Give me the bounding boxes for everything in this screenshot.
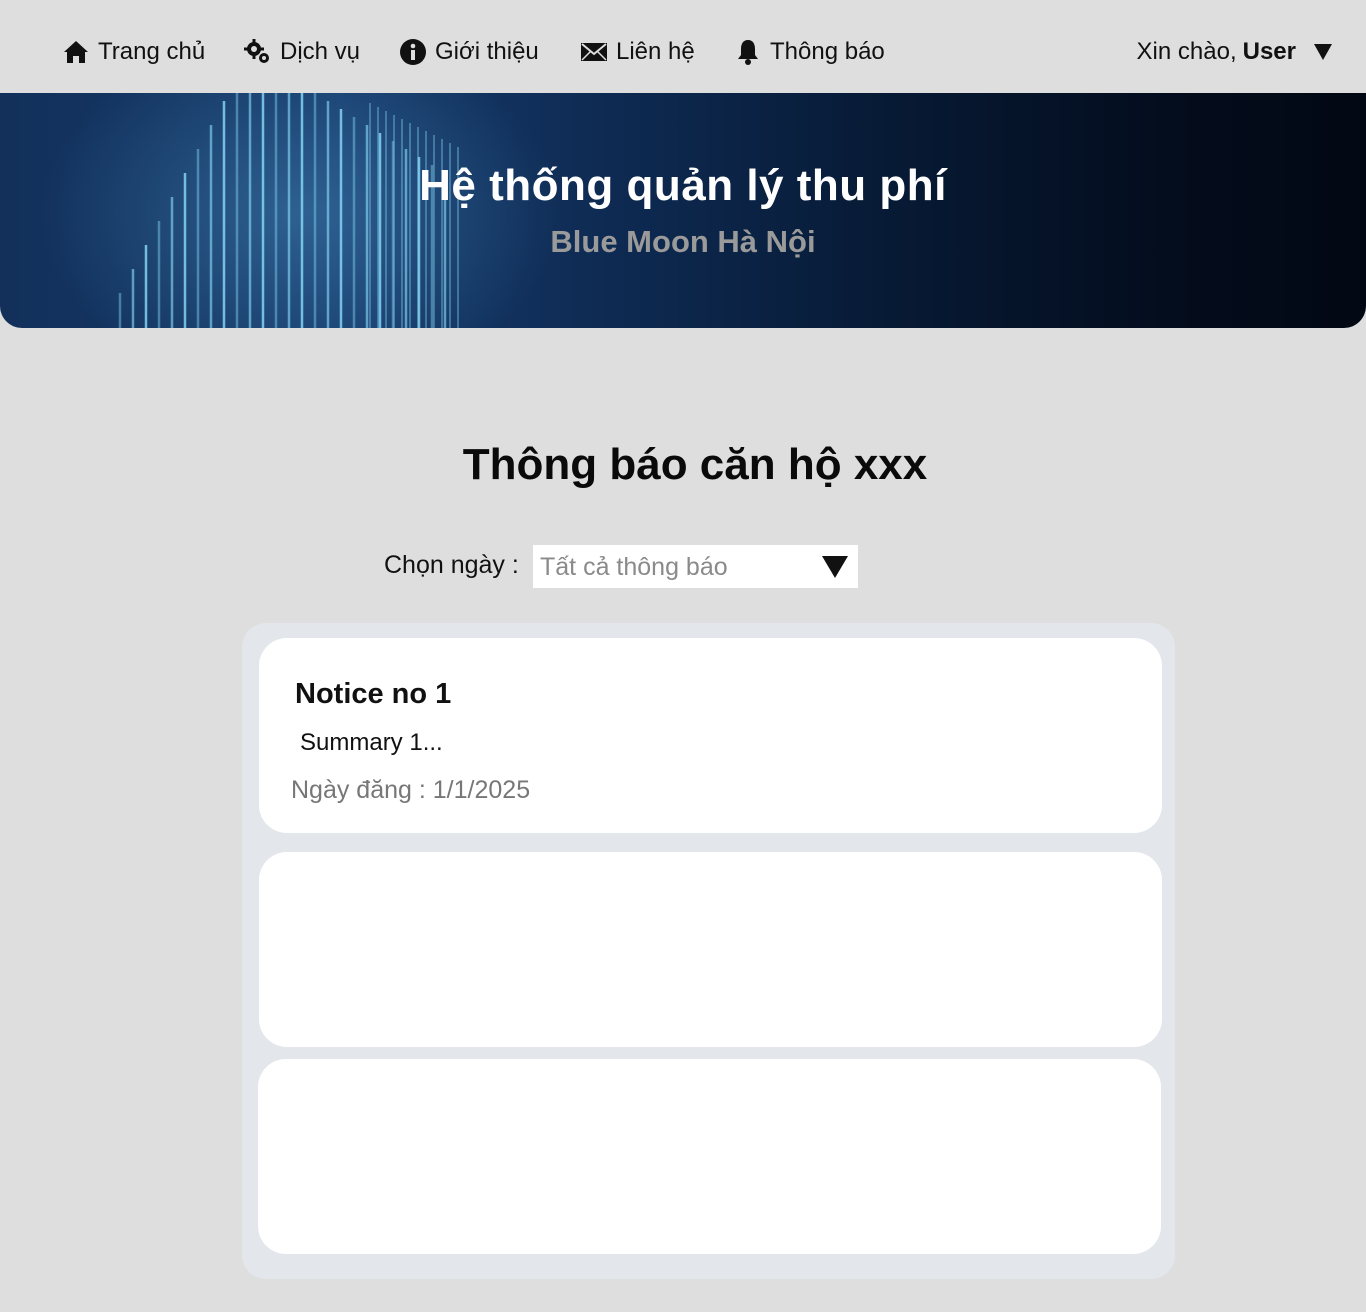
notice-card[interactable]	[259, 852, 1162, 1047]
nav-item-label: Trang chủ	[98, 38, 206, 65]
date-filter-select[interactable]: Tất cả thông báo	[533, 545, 858, 588]
home-icon	[64, 41, 88, 63]
nav-item-label: Giới thiệu	[435, 38, 539, 65]
bell-icon	[738, 40, 758, 65]
nav-item-about[interactable]: Giới thiệu	[399, 36, 539, 68]
notice-card[interactable]: Notice no 1 Summary 1... Ngày đăng : 1/1…	[259, 638, 1162, 833]
user-name: User	[1242, 38, 1296, 65]
page-title: Thông báo căn hộ xxx	[462, 440, 928, 489]
nav-item-home[interactable]: Trang chủ	[62, 36, 205, 68]
notice-date-label: Ngày đăng :	[291, 776, 426, 804]
date-filter-value: Tất cả thông báo	[540, 553, 728, 581]
date-filter-label: Chọn ngày :	[384, 551, 519, 579]
notice-card[interactable]	[258, 1059, 1161, 1254]
notice-date: Ngày đăng : 1/1/2025	[291, 776, 530, 805]
gears-icon	[244, 39, 269, 63]
notice-list: Notice no 1 Summary 1... Ngày đăng : 1/1…	[242, 623, 1175, 1279]
banner-subtitle: Blue Moon Hà Nội	[550, 224, 816, 259]
nav-item-notifications[interactable]: Thông báo	[734, 36, 885, 68]
chevron-down-icon	[822, 556, 848, 578]
nav-item-contact[interactable]: Liên hệ	[580, 36, 695, 68]
chevron-down-icon	[1314, 44, 1332, 60]
user-menu[interactable]: Xin chào, User	[1137, 36, 1332, 68]
hero-banner: Hệ thống quản lý thu phí Blue Moon Hà Nộ…	[0, 93, 1366, 328]
greeting-text: Xin chào,	[1136, 38, 1237, 65]
top-nav: Trang chủ Dịch vụ Giới thiệu Liên hệ Thô…	[0, 0, 1366, 93]
notice-date-value: 1/1/2025	[432, 776, 531, 804]
nav-item-services[interactable]: Dịch vụ	[244, 36, 360, 68]
info-icon	[400, 39, 426, 65]
nav-item-label: Thông báo	[770, 38, 885, 65]
banner-title: Hệ thống quản lý thu phí	[419, 161, 947, 210]
notice-title: Notice no 1	[295, 678, 452, 710]
envelope-icon	[581, 43, 607, 61]
nav-item-label: Dịch vụ	[280, 38, 361, 65]
nav-item-label: Liên hệ	[616, 38, 695, 65]
notice-summary: Summary 1...	[300, 729, 443, 756]
